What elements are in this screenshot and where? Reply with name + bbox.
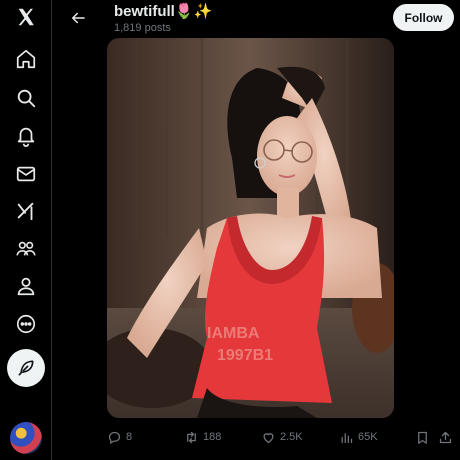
profile-name-emoji: 🌷✨ — [174, 2, 213, 20]
follow-button[interactable]: Follow — [393, 4, 454, 31]
repost-count: 188 — [203, 431, 222, 443]
post-photo[interactable]: IAMBA 1997B1 — [107, 38, 394, 418]
share-button[interactable] — [438, 426, 453, 448]
grok-icon[interactable] — [14, 199, 38, 223]
svg-text:1997B1: 1997B1 — [217, 347, 273, 364]
post-action-bar: 8 188 2.5K 65K — [0, 426, 460, 448]
arrow-left-icon — [72, 12, 85, 24]
chart-bar-icon — [341, 432, 353, 443]
reply-button[interactable]: 8 — [107, 426, 132, 448]
feather-icon — [18, 360, 34, 376]
more-icon[interactable] — [14, 312, 38, 336]
share-icon — [439, 431, 452, 443]
communities-icon[interactable] — [14, 237, 38, 261]
bell-icon[interactable] — [14, 124, 38, 148]
repost-icon — [187, 431, 196, 443]
back-button[interactable] — [66, 6, 90, 30]
x-logo-icon[interactable] — [14, 5, 38, 29]
like-button[interactable]: 2.5K — [261, 426, 303, 448]
bookmark-button[interactable] — [415, 426, 430, 448]
repost-button[interactable]: 188 — [184, 426, 221, 448]
post-count: 1,819 posts — [114, 22, 171, 34]
profile-name: bewtifull🌷✨ — [114, 2, 212, 20]
bookmark-icon — [418, 431, 427, 444]
profile-icon[interactable] — [14, 274, 38, 298]
profile-name-text: bewtifull — [114, 3, 175, 20]
reply-count: 8 — [126, 431, 133, 443]
mail-icon[interactable] — [14, 162, 38, 186]
heart-icon — [263, 432, 274, 443]
view-count: 65K — [358, 431, 378, 443]
reply-icon — [108, 431, 121, 444]
sidebar — [0, 0, 52, 460]
like-count: 2.5K — [280, 431, 303, 443]
home-icon[interactable] — [14, 47, 38, 71]
views-button[interactable]: 65K — [339, 426, 378, 448]
svg-text:IAMBA: IAMBA — [207, 325, 260, 342]
compose-post-button[interactable] — [7, 349, 45, 387]
search-icon[interactable] — [14, 86, 38, 110]
